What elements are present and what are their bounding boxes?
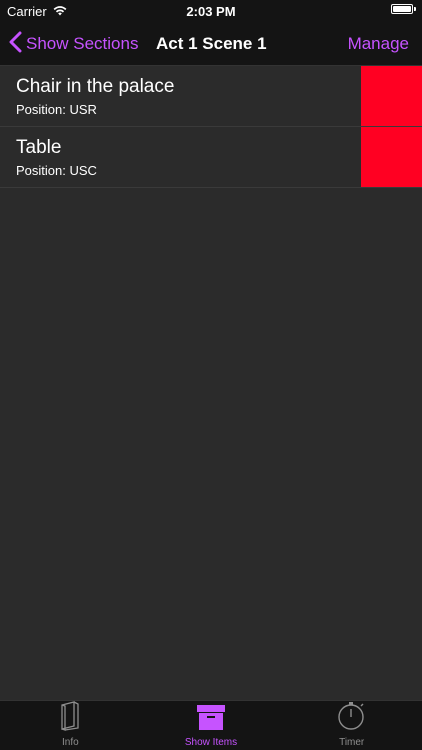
item-title: Table <box>16 137 62 158</box>
battery-indicator <box>391 4 416 14</box>
manage-button[interactable]: Manage <box>348 22 409 66</box>
item-color-swatch <box>361 66 422 126</box>
list-item[interactable]: Chair in the palace Position: USR <box>0 66 422 127</box>
item-title: Chair in the palace <box>16 76 175 97</box>
tab-label: Show Items <box>184 737 238 748</box>
page-title: Act 1 Scene 1 <box>156 34 267 53</box>
chevron-left-icon <box>9 31 22 58</box>
battery-icon <box>391 4 413 14</box>
navigation-bar: Show Sections Act 1 Scene 1 Manage <box>0 22 422 66</box>
box-icon <box>196 703 226 737</box>
tab-info[interactable]: Info <box>0 701 141 750</box>
tab-show-items[interactable]: Show Items <box>141 701 282 750</box>
back-button[interactable]: Show Sections <box>9 22 138 66</box>
tab-timer[interactable]: Timer <box>281 701 422 750</box>
item-color-swatch <box>361 127 422 187</box>
tab-bar: Info Show Items Timer <box>0 700 422 750</box>
item-position: Position: USC <box>16 163 97 178</box>
list-item[interactable]: Table Position: USC <box>0 127 422 188</box>
tab-label: Timer <box>339 737 365 748</box>
book-icon <box>59 701 81 737</box>
back-button-label: Show Sections <box>26 34 139 53</box>
tab-label: Info <box>61 737 79 748</box>
item-position: Position: USR <box>16 102 97 117</box>
status-bar: Carrier 2:03 PM <box>0 0 422 22</box>
show-items-list: Chair in the palace Position: USR Table … <box>0 66 422 188</box>
status-time: 2:03 PM <box>186 4 236 19</box>
stopwatch-icon <box>337 701 367 737</box>
